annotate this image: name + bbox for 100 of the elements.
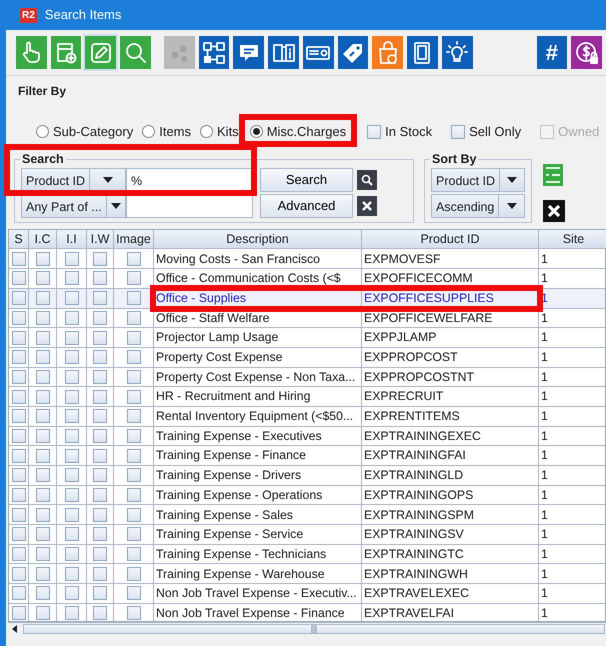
checkbox[interactable] — [36, 428, 50, 443]
checkbox[interactable] — [126, 488, 140, 502]
checkbox[interactable] — [12, 547, 26, 562]
dropdown[interactable]: Ascending — [431, 194, 525, 218]
checkbox[interactable] — [12, 428, 26, 443]
toolbar-button[interactable] — [85, 36, 116, 69]
toolbar-button[interactable] — [407, 36, 438, 69]
checkbox[interactable] — [12, 448, 26, 463]
checkbox[interactable] — [64, 310, 78, 325]
toolbar-button[interactable] — [16, 36, 47, 69]
checkbox[interactable] — [126, 606, 140, 620]
checkbox[interactable] — [64, 330, 78, 345]
checkbox-label[interactable]: In Stock — [385, 122, 432, 142]
checkbox[interactable] — [126, 291, 140, 306]
checkbox[interactable] — [93, 370, 107, 384]
checkbox[interactable] — [126, 390, 140, 404]
table-row[interactable]: Training Expense - Finance EXPTRAININGFAI 1 — [9, 446, 605, 466]
checkbox[interactable] — [36, 330, 50, 345]
checkbox[interactable] — [36, 271, 50, 286]
toolbar-button[interactable] — [372, 36, 404, 69]
table-row[interactable]: Training Expense - Executives EXPTRAININGEXEC 1 — [9, 426, 605, 446]
toolbar-button[interactable] — [571, 36, 602, 69]
table-row[interactable]: Office - Communication Costs (<$ EXPOFFICECOMM 1 — [9, 269, 605, 289]
table-row[interactable]: HR - Recruitment and Hiring EXPRECRUIT 1 — [9, 387, 605, 407]
checkbox[interactable] — [12, 566, 26, 581]
checkbox[interactable] — [93, 586, 107, 600]
checkbox[interactable] — [36, 508, 50, 522]
radio-label[interactable]: Kits — [217, 122, 239, 142]
checkbox[interactable] — [93, 252, 107, 266]
checkbox[interactable] — [93, 488, 107, 502]
checkbox[interactable] — [64, 586, 78, 600]
checkbox[interactable] — [93, 428, 107, 443]
checkbox[interactable] — [93, 310, 107, 325]
table-row[interactable]: Training Expense - Warehouse EXPTRAININGWH 1 — [9, 564, 605, 584]
checkbox[interactable] — [93, 291, 107, 306]
checkbox[interactable] — [64, 566, 78, 581]
checkbox[interactable] — [126, 527, 140, 542]
checkbox[interactable] — [36, 566, 50, 581]
table-row[interactable]: Moving Costs - San Francisco EXPMOVESF 1 — [9, 249, 605, 270]
checkbox-label[interactable]: Sell Only — [469, 122, 522, 142]
checkbox[interactable] — [36, 370, 50, 384]
checkbox[interactable] — [12, 390, 26, 404]
checkbox[interactable] — [12, 508, 26, 522]
checkbox[interactable] — [93, 271, 107, 286]
table-row[interactable]: Non Job Travel Expense - Executiv... EXPTRAVELEXEC 1 — [9, 584, 605, 604]
table-row[interactable]: Training Expense - Service EXPTRAININGSV 1 — [9, 525, 605, 545]
toolbar-button[interactable] — [233, 36, 264, 69]
checkbox[interactable] — [64, 527, 78, 542]
checkbox[interactable] — [36, 547, 50, 562]
table-row[interactable]: Property Cost Expense - Non Taxa... EXPPROPCOSTNT 1 — [9, 368, 605, 388]
toolbar-button[interactable] — [442, 36, 473, 69]
checkbox[interactable] — [64, 508, 78, 522]
checkbox[interactable] — [64, 606, 78, 620]
checkbox[interactable] — [126, 370, 140, 384]
radio-button[interactable] — [250, 125, 263, 138]
checkbox[interactable] — [126, 271, 140, 286]
checkbox[interactable] — [12, 330, 26, 345]
checkbox[interactable] — [126, 566, 140, 581]
checkbox[interactable] — [126, 252, 140, 266]
table-row[interactable]: Property Cost Expense EXPPROPCOST 1 — [9, 348, 605, 368]
checkbox[interactable] — [12, 488, 26, 502]
checkbox[interactable] — [64, 547, 78, 562]
search-button[interactable]: Search — [260, 168, 353, 192]
checkbox[interactable] — [36, 448, 50, 463]
checkbox[interactable] — [451, 124, 466, 139]
search-field[interactable]: % — [126, 168, 253, 192]
column-header[interactable]: Product ID — [362, 230, 539, 250]
radio-button[interactable] — [36, 125, 49, 138]
checkbox[interactable] — [12, 527, 26, 542]
checkbox[interactable] — [64, 409, 78, 424]
checkbox[interactable] — [126, 586, 140, 600]
close-icon[interactable] — [542, 198, 566, 223]
checkbox[interactable] — [12, 586, 26, 600]
checkbox[interactable] — [126, 310, 140, 325]
checkbox[interactable] — [12, 606, 26, 620]
table-row[interactable]: Training Expense - Technicians EXPTRAININGTC 1 — [9, 544, 605, 564]
checkbox[interactable] — [12, 310, 26, 325]
scrollbar-thumb[interactable] — [23, 624, 605, 634]
checkbox[interactable] — [93, 606, 107, 620]
checkbox[interactable] — [36, 606, 50, 620]
checkbox[interactable] — [367, 124, 382, 139]
toolbar-button[interactable] — [120, 36, 151, 69]
advanced-button[interactable]: Advanced — [260, 194, 353, 218]
checkbox[interactable] — [12, 350, 26, 364]
column-header[interactable]: Description — [154, 230, 362, 250]
radio-label[interactable]: Misc.Charges — [266, 122, 346, 142]
checkbox[interactable] — [36, 390, 50, 404]
checkbox[interactable] — [126, 468, 140, 482]
toolbar-button[interactable] — [50, 36, 82, 69]
checkbox[interactable] — [64, 428, 78, 443]
checkbox[interactable] — [12, 370, 26, 384]
checkbox[interactable] — [64, 291, 78, 306]
dropdown[interactable]: Product ID — [431, 168, 525, 192]
table-row[interactable]: Training Expense - Operations EXPTRAININGOPS 1 — [9, 486, 605, 506]
column-header[interactable]: I.I — [57, 230, 87, 250]
checkbox[interactable] — [64, 488, 78, 502]
column-header[interactable]: Image — [114, 230, 154, 250]
checkbox[interactable] — [36, 291, 50, 306]
table-row[interactable]: Training Expense - Sales EXPTRAININGSPM 1 — [9, 505, 605, 526]
checkbox[interactable] — [36, 527, 50, 542]
